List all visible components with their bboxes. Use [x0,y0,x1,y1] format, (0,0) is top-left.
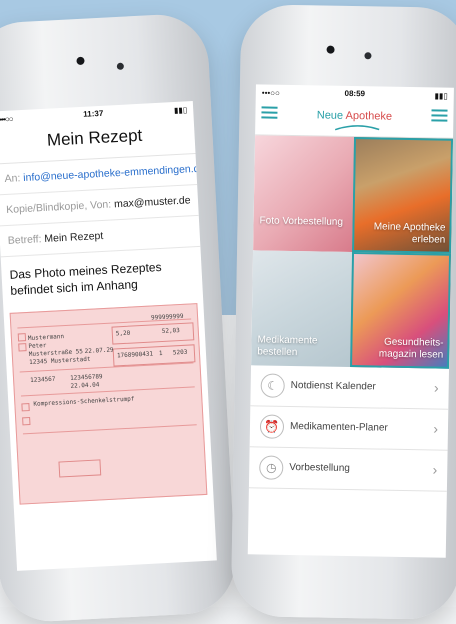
tile-label: Medikamente bestellen [257,334,318,359]
to-label: An: [4,172,21,186]
email-screen: •••○○ 11:37 ▮▮▯ Mein Rezept An: info@neu… [0,101,217,571]
rx-date: 22.04.04 [70,381,100,390]
status-time: 08:59 [344,88,366,99]
status-bar: •••○○ 08:59 ▮▮▯ [256,86,454,100]
menu-item-vorbestellung[interactable]: ◷ Vorbestellung › [248,447,448,492]
app-logo: Neue Apotheke [255,108,453,123]
rx-line [22,424,197,435]
tile-frame [350,252,452,369]
rx-qty: 1 [158,349,163,358]
logo-swoosh-icon [334,125,380,131]
rx-birth: 22.07.29 [84,346,114,356]
battery-icon: ▮▮▯ [173,105,188,116]
menu-item-label: Medikamenten-Planer [289,420,388,434]
rx-checkbox [17,333,27,342]
moon-icon: ☾ [260,373,285,398]
rx-code: 999999999 [150,312,184,322]
chevron-right-icon: › [433,420,439,437]
prescription-attachment[interactable]: Mustermann Peter Musterstraße 55 12345 M… [9,303,208,505]
rx-name2: Peter [28,342,47,350]
app-screen: •••○○ 08:59 ▮▮▯ Neue Apotheke Foto Vorbe… [247,84,454,558]
front-camera [326,45,335,54]
phone-left: •••○○ 11:37 ▮▮▯ Mein Rezept An: info@neu… [0,12,238,624]
menu-item-label: Vorbestellung [289,461,350,475]
cc-label: Kopie/Blindkopie, Von: [5,198,112,216]
app-header: •••○○ 08:59 ▮▮▯ Neue Apotheke [255,84,454,139]
rx-checkbox [22,417,31,426]
rx-line [20,386,195,397]
sensor-dot [116,62,125,70]
menu-item-label: Notdienst Kalender [290,379,376,393]
rx-drug: Kompressions-Schenkelstrumpf [33,395,135,408]
logo-text-neue: Neue [316,109,346,122]
chevron-right-icon: › [433,379,439,396]
clock-icon: ◷ [259,455,284,480]
rx-qty2: 5203 [172,348,188,357]
menu-item-notdienst[interactable]: ☾ Notdienst Kalender › [250,365,450,410]
front-camera [76,56,85,66]
rx-name1: Mustermann [27,333,65,343]
logo-text-apotheke: Apotheke [345,109,393,123]
chevron-right-icon: › [432,461,438,478]
subject-value[interactable]: Mein Rezept [44,230,104,245]
subject-label: Betreff: [7,233,42,247]
rx-id1: 1234567 [29,375,56,384]
rx-checkbox [21,403,30,412]
to-address[interactable]: info@neue-apotheke-emmendingen.de [23,163,197,185]
alarm-clock-icon: ⏰ [259,414,285,439]
phone-right: •••○○ 08:59 ▮▮▯ Neue Apotheke Foto Vorbe… [230,4,456,620]
battery-icon: ▮▮▯ [434,91,448,101]
message-body[interactable]: Das Photo meines Rezeptes befindet sich … [1,247,203,305]
tile-medikamente-bestellen[interactable]: Medikamente bestellen [251,250,353,368]
tile-grid: Foto Vorbestellung Meine Apotheke erlebe… [251,135,454,369]
menu-right-icon[interactable] [431,109,448,122]
rx-checkbox [18,343,27,352]
tile-frame [352,137,454,254]
from-address[interactable]: max@muster.de [114,194,191,210]
sensor-dot [364,52,372,60]
tile-label: Foto Vorbestellung [259,215,344,228]
rx-value1: 5,20 [115,329,131,338]
rx-field-box [58,459,102,478]
rx-value2: 52,03 [161,327,181,335]
menu-item-planer[interactable]: ⏰ Medikamenten-Planer › [249,406,449,451]
tile-foto-vorbestellung[interactable]: Foto Vorbestellung [253,135,355,253]
